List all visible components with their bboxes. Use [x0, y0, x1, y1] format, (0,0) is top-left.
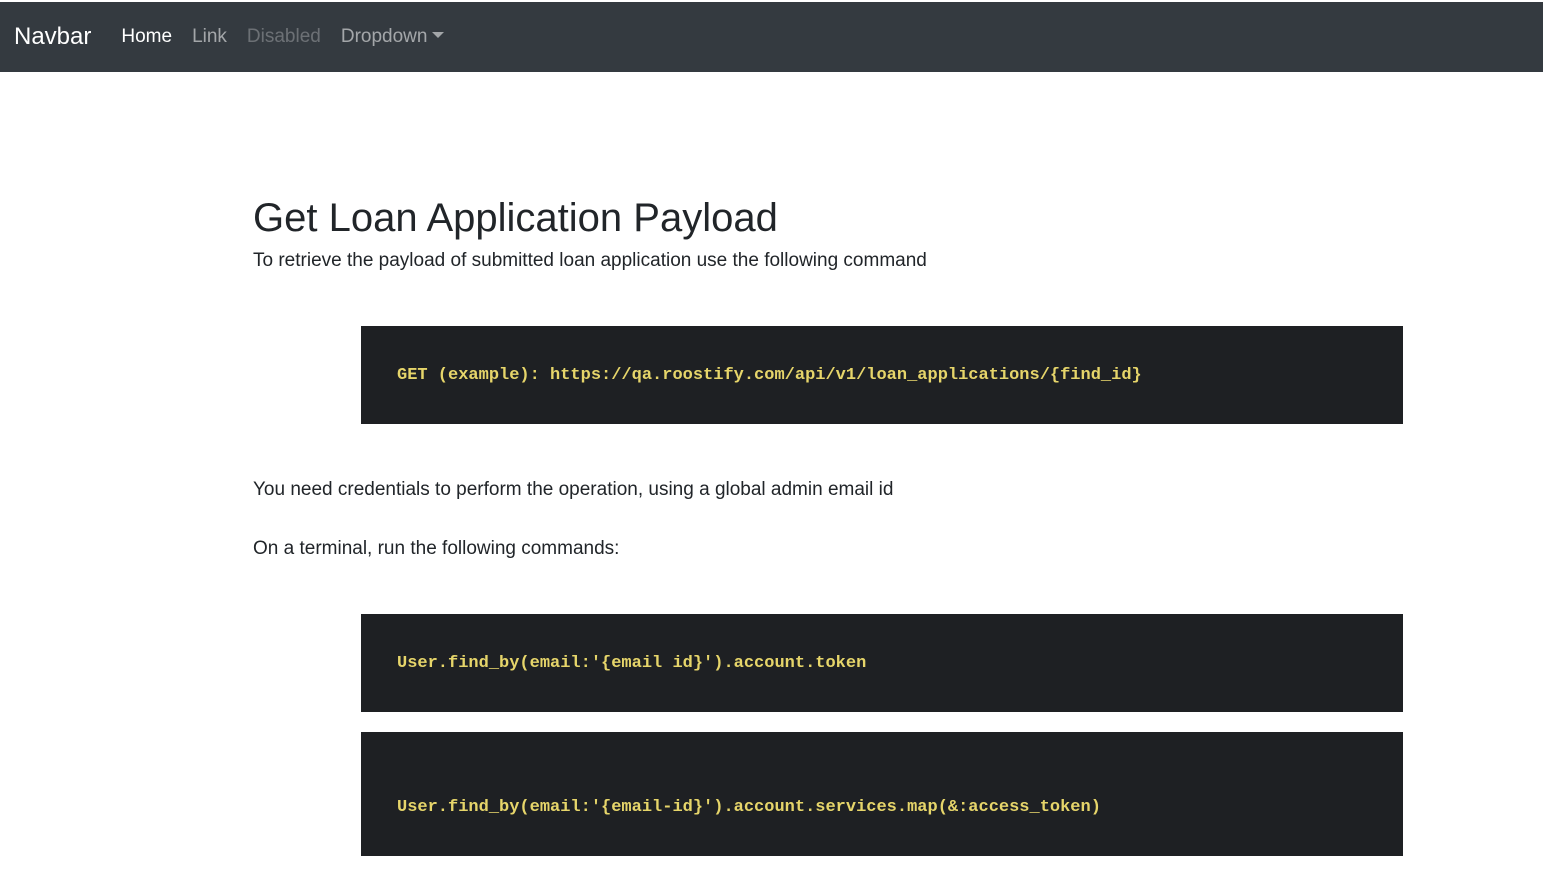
nav-link-home[interactable]: Home: [121, 26, 172, 48]
code-block-get-request: GET (example): https://qa.roostify.com/a…: [361, 326, 1403, 424]
terminal-instructions-text: On a terminal, run the following command…: [253, 538, 620, 559]
nav-dropdown-toggle[interactable]: Dropdown: [341, 26, 445, 48]
caret-down-icon: [432, 32, 445, 38]
navbar-brand[interactable]: Navbar: [14, 23, 91, 51]
code-block-account-token: User.find_by(email:'{email id}').account…: [361, 614, 1403, 712]
code-text: User.find_by(email:'{email-id}').account…: [397, 797, 1101, 817]
nav-link-disabled: Disabled: [246, 26, 321, 47]
credentials-text: You need credentials to perform the oper…: [253, 479, 894, 500]
main-content: Get Loan Application Payload To retrieve…: [253, 72, 1403, 856]
nav-dropdown-label: Dropdown: [340, 26, 428, 47]
intro-text: To retrieve the payload of submitted loa…: [253, 250, 927, 271]
nav-link-link[interactable]: Link: [192, 26, 227, 48]
page-title: Get Loan Application Payload: [253, 196, 778, 240]
code-block-access-token: User.find_by(email:'{email-id}').account…: [361, 732, 1403, 856]
code-text: User.find_by(email:'{email id}').account…: [397, 653, 867, 673]
navbar: Navbar Home Link Disabled Dropdown: [0, 2, 1543, 72]
code-text: GET (example): https://qa.roostify.com/a…: [397, 365, 1142, 385]
